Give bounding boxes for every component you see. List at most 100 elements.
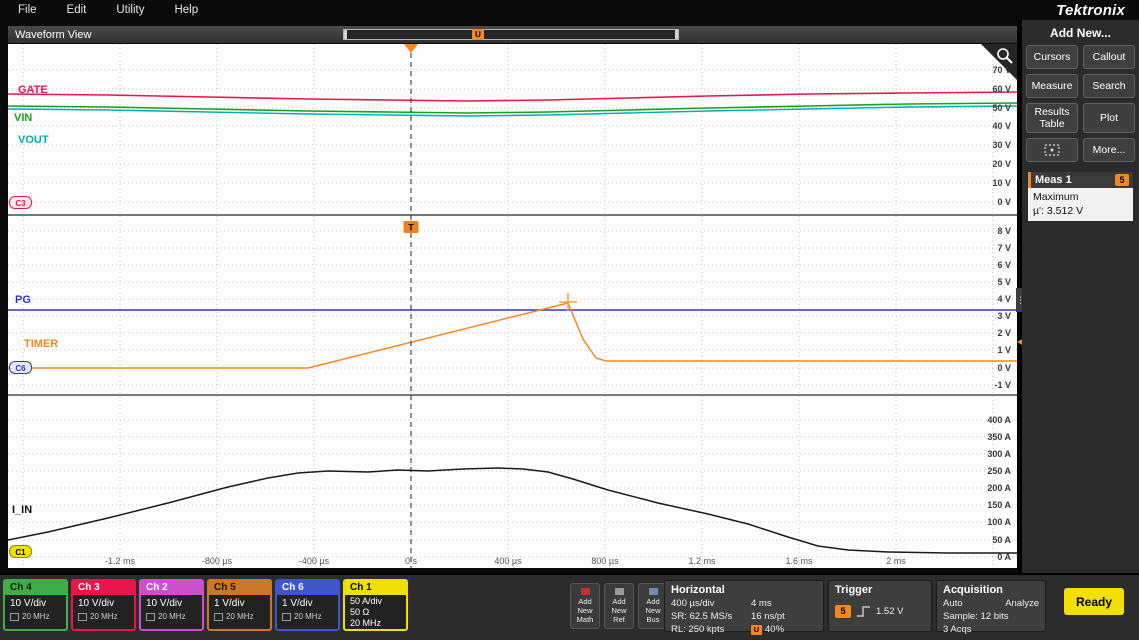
y-axis-label: 8 V bbox=[997, 226, 1011, 236]
trace-label-vout: VOUT bbox=[18, 134, 49, 146]
trigger-title: Trigger bbox=[835, 584, 925, 596]
channel-scale: 10 V/div bbox=[73, 595, 134, 609]
acquisition-settings-badge[interactable]: Acquisition Auto Analyze Sample: 12 bits… bbox=[936, 580, 1046, 632]
trigger-level: 1.52 V bbox=[876, 606, 903, 617]
y-axis-label: 300 A bbox=[987, 449, 1011, 459]
y-axis-label: 4 V bbox=[997, 294, 1011, 304]
coupling-icon bbox=[10, 613, 19, 621]
channel-badge-ch3[interactable]: Ch 3 10 V/div 20 MHz bbox=[71, 579, 136, 631]
horizontal-overview-bar[interactable]: U bbox=[343, 29, 679, 40]
channel-badge-ch2[interactable]: Ch 2 10 V/div 20 MHz bbox=[139, 579, 204, 631]
sample-interval: 16 ns/pt bbox=[751, 611, 785, 622]
measurement-header: Meas 1 5 bbox=[1028, 172, 1133, 188]
y-axis-label: 3 V bbox=[997, 311, 1011, 321]
trace-label-pg: PG bbox=[15, 294, 31, 306]
measure-button[interactable]: Measure bbox=[1026, 74, 1078, 98]
measurement-title: Meas 1 bbox=[1035, 174, 1072, 186]
x-axis-label: -400 µs bbox=[299, 556, 329, 566]
horizontal-settings-badge[interactable]: Horizontal 400 µs/div 4 ms SR: 62.5 MS/s… bbox=[664, 580, 824, 632]
measurement-type: Maximum bbox=[1033, 191, 1128, 205]
plot-button[interactable]: Plot bbox=[1083, 103, 1135, 133]
results-table-button[interactable]: Results Table bbox=[1026, 103, 1078, 133]
y-axis-label: -1 V bbox=[994, 380, 1011, 390]
measurement-badge[interactable]: Meas 1 5 Maximum µ': 3.512 V bbox=[1028, 172, 1133, 221]
coupling-icon bbox=[78, 613, 87, 621]
x-axis-label: 400 µs bbox=[494, 556, 521, 566]
channel-badge-ch5[interactable]: Ch 5 1 V/div 20 MHz bbox=[207, 579, 272, 631]
search-button[interactable]: Search bbox=[1083, 74, 1135, 98]
cursors-button[interactable]: Cursors bbox=[1026, 45, 1078, 69]
trigger-settings-badge[interactable]: Trigger 5 1.52 V bbox=[828, 580, 932, 632]
zoom-magnifier-icon[interactable] bbox=[995, 46, 1015, 66]
add-new-ref-label: Add New Ref bbox=[605, 597, 633, 624]
waveform-view-container: Waveform View U bbox=[0, 20, 1017, 573]
trigger-source-badge: 5 bbox=[835, 605, 851, 618]
oscilloscope-screen: File Edit Utility Help Tektronix Wavefor… bbox=[0, 0, 1139, 640]
trace-label-iin: I_IN bbox=[12, 504, 32, 516]
user-marker[interactable]: U bbox=[472, 29, 484, 40]
graticule-plot-area[interactable]: T 70 V 60 V 50 V 40 V 30 V 20 V 10 V 0 V… bbox=[8, 44, 1017, 568]
ready-status-button[interactable]: Ready bbox=[1064, 588, 1124, 615]
y-axis-label: 200 A bbox=[987, 483, 1011, 493]
mask-test-icon-button[interactable] bbox=[1026, 138, 1078, 162]
menu-bar: File Edit Utility Help Tektronix bbox=[0, 0, 1139, 20]
menu-file[interactable]: File bbox=[18, 4, 37, 16]
callout-button[interactable]: Callout bbox=[1083, 45, 1135, 69]
acquisition-mode: Auto bbox=[943, 598, 963, 609]
add-new-panel: Add New... Cursors Callout Measure Searc… bbox=[1022, 20, 1139, 573]
y-axis-label: 50 V bbox=[992, 103, 1011, 113]
menu-edit[interactable]: Edit bbox=[67, 4, 87, 16]
channel-impedance: 50 Ω bbox=[345, 606, 406, 617]
y-axis-label: 150 A bbox=[987, 500, 1011, 510]
horizontal-position-percent: 40% bbox=[765, 624, 784, 635]
channel-bandwidth: 20 MHz bbox=[345, 617, 406, 628]
y-axis-label: 10 V bbox=[992, 178, 1011, 188]
measurement-source-badge: 5 bbox=[1115, 174, 1129, 186]
x-axis-label: 1.2 ms bbox=[688, 556, 715, 566]
trigger-position-arrow-icon[interactable] bbox=[404, 44, 418, 53]
y-axis-label: 350 A bbox=[987, 432, 1011, 442]
y-axis-label: 7 V bbox=[997, 243, 1011, 253]
channel-scale: 10 V/div bbox=[141, 595, 202, 609]
channel-badge-ch1[interactable]: Ch 1 50 A/div 50 Ω 20 MHz bbox=[343, 579, 408, 631]
channel-name: Ch 3 bbox=[73, 581, 134, 595]
acquisition-title: Acquisition bbox=[943, 584, 1039, 596]
y-axis-label: 40 V bbox=[992, 121, 1011, 131]
coupling-icon bbox=[146, 613, 155, 621]
add-new-ref-button[interactable]: Add New Ref bbox=[604, 583, 634, 629]
x-axis-label: -800 µs bbox=[202, 556, 232, 566]
waveform-view-tab[interactable]: Waveform View U bbox=[8, 26, 1017, 43]
horizontal-record-duration: 4 ms bbox=[751, 598, 772, 609]
channel-ref-tag-c6[interactable]: C6 bbox=[9, 361, 32, 374]
add-new-math-button[interactable]: Add New Math bbox=[570, 583, 600, 629]
y-axis-label: 2 V bbox=[997, 328, 1011, 338]
channel-bandwidth: 20 MHz bbox=[22, 612, 50, 621]
grid-lines bbox=[8, 44, 1017, 568]
channel-bandwidth: 20 MHz bbox=[294, 612, 322, 621]
sample-rate: SR: 62.5 MS/s bbox=[671, 611, 751, 622]
trace-timer bbox=[8, 303, 1017, 368]
y-axis-label: 30 V bbox=[992, 140, 1011, 150]
channel-badge-ch4[interactable]: Ch 4 10 V/div 20 MHz bbox=[3, 579, 68, 631]
channel-ref-tag-c3[interactable]: C3 bbox=[9, 196, 32, 209]
channel-name: Ch 2 bbox=[141, 581, 202, 595]
more-button[interactable]: More... bbox=[1083, 138, 1135, 162]
settings-bar: Ch 4 10 V/div 20 MHz Ch 3 10 V/div 20 MH… bbox=[0, 573, 1139, 640]
menu-help[interactable]: Help bbox=[174, 4, 198, 16]
add-new-math-label: Add New Math bbox=[571, 597, 599, 624]
record-length: RL: 250 kpts bbox=[671, 624, 751, 635]
tektronix-logo: Tektronix bbox=[1056, 2, 1125, 19]
trigger-marker-label: T bbox=[408, 223, 414, 233]
x-axis-label: 800 µs bbox=[591, 556, 618, 566]
add-new-title: Add New... bbox=[1022, 20, 1139, 45]
add-new-bus-label: Add New Bus bbox=[639, 597, 667, 624]
channel-ref-tag-c1[interactable]: C1 bbox=[9, 545, 32, 558]
add-new-strip: Add New Math Add New Ref Add New Bus bbox=[570, 583, 668, 629]
timer-peak-cross-marker bbox=[559, 293, 577, 311]
math-icon bbox=[581, 588, 590, 595]
mask-test-icon bbox=[1043, 143, 1061, 157]
menu-utility[interactable]: Utility bbox=[116, 4, 144, 16]
channel-badge-ch6[interactable]: Ch 6 1 V/div 20 MHz bbox=[275, 579, 340, 631]
x-axis-label: 1.6 ms bbox=[785, 556, 812, 566]
trace-label-timer: TIMER bbox=[24, 338, 58, 350]
